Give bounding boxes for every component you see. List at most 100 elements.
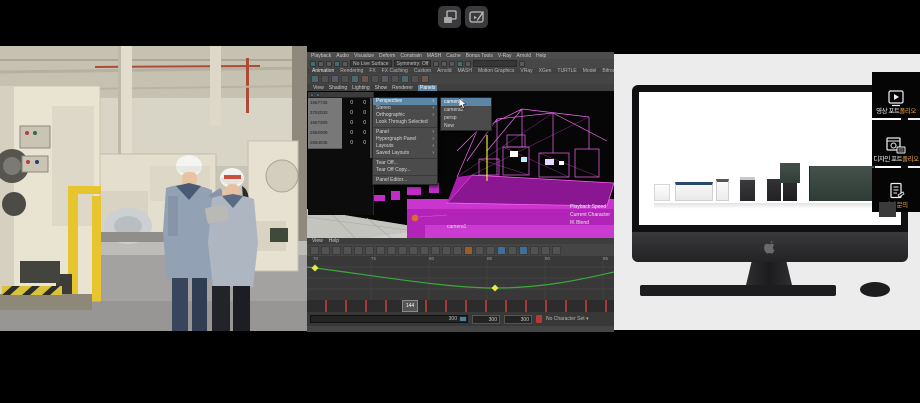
menu-cache[interactable]: Cache: [446, 53, 460, 59]
table-filter-icon[interactable]: [310, 93, 314, 97]
cluster-icon[interactable]: [361, 75, 369, 83]
menu-arnold[interactable]: Arnold: [517, 53, 531, 59]
playback-end-field[interactable]: 300: [472, 315, 500, 324]
panel-menu-renderer[interactable]: Renderer: [392, 85, 413, 91]
lattice-icon[interactable]: [411, 75, 419, 83]
ge-buffer-snapshot-icon[interactable]: [409, 246, 418, 255]
snap-curve-icon[interactable]: [441, 61, 447, 67]
menu-deform[interactable]: Deform: [379, 53, 395, 59]
range-slider[interactable]: 300: [310, 315, 468, 323]
menu-help[interactable]: Help: [536, 53, 546, 59]
graph-editor-curve-area[interactable]: 70 75 80 85 90 95: [307, 256, 614, 300]
ipr-render-icon[interactable]: [465, 61, 471, 67]
video-edit-button[interactable]: [465, 6, 488, 28]
panel-menu-show[interactable]: Show: [375, 85, 388, 91]
ge-swap-buffer-icon[interactable]: [420, 246, 429, 255]
playblast-icon[interactable]: [341, 75, 349, 83]
menu-vray[interactable]: V-Ray: [498, 53, 512, 59]
menu-item-panel[interactable]: Panel›: [373, 129, 437, 136]
menu-mash[interactable]: MASH: [427, 53, 441, 59]
lasso-tool-icon[interactable]: [318, 61, 324, 67]
symmetry-dropdown[interactable]: Symmetry: Off: [394, 60, 432, 67]
sidebar-item-video-portfolio[interactable]: 영상 포트폴리오: [872, 72, 920, 118]
ge-absolute-view-icon[interactable]: [508, 246, 517, 255]
rotate-tool-icon[interactable]: [342, 61, 348, 67]
submenu-item-new[interactable]: New: [441, 122, 491, 130]
ge-value-snap-icon[interactable]: [497, 246, 506, 255]
table-row[interactable]: 3792033 0 0: [308, 108, 373, 118]
joint-tool-icon[interactable]: [381, 75, 389, 83]
ge-plateau-tangent-icon[interactable]: [398, 246, 407, 255]
menu-item-look-through-selected[interactable]: Look Through Selected: [373, 119, 437, 126]
table-row[interactable]: 1667300 0 0: [308, 118, 373, 128]
menu-item-layouts[interactable]: Layouts›: [373, 143, 437, 150]
constraint-icon[interactable]: [351, 75, 359, 83]
wrap-deformer-icon[interactable]: [421, 75, 429, 83]
current-frame-indicator[interactable]: 144: [402, 300, 418, 312]
move-tool-icon[interactable]: [334, 61, 340, 67]
table-row[interactable]: 2682008 0 0: [308, 128, 373, 138]
ge-lock-tangent-icon[interactable]: [464, 246, 473, 255]
ge-normalized-view-icon[interactable]: [530, 246, 539, 255]
ge-unify-tangents-icon[interactable]: [442, 246, 451, 255]
paint-select-icon[interactable]: [326, 61, 332, 67]
render-icon[interactable]: [457, 61, 463, 67]
ge-lattice-deform-icon[interactable]: [332, 246, 341, 255]
menu-item-hypergraph-panel[interactable]: Hypergraph Panel›: [373, 136, 437, 143]
snap-grid-icon[interactable]: [433, 61, 439, 67]
picture-in-picture-button[interactable]: [438, 6, 461, 28]
sidebar-scroll-handle[interactable]: [879, 202, 896, 217]
menu-item-stereo[interactable]: Stereo›: [373, 105, 437, 112]
panel-menu-view[interactable]: View: [313, 85, 324, 91]
ge-step-tangent-icon[interactable]: [387, 246, 396, 255]
ge-auto-load-icon[interactable]: [475, 246, 484, 255]
ge-pre-infinity-icon[interactable]: [541, 246, 550, 255]
table-row[interactable]: 2654045 0 0: [308, 138, 373, 148]
menu-item-orthographic[interactable]: Orthographic›: [373, 112, 437, 119]
time-slider[interactable]: 144: [307, 300, 614, 312]
ge-break-tangents-icon[interactable]: [431, 246, 440, 255]
menu-item-tear-off[interactable]: Tear Off...: [373, 160, 437, 167]
snap-point-icon[interactable]: [449, 61, 455, 67]
menu-item-saved-layouts[interactable]: Saved Layouts›: [373, 150, 437, 157]
panel-menu-panels[interactable]: Panels: [418, 85, 437, 91]
blend-shape-icon[interactable]: [401, 75, 409, 83]
sidebar-toggle-icon[interactable]: [519, 61, 525, 67]
table-row[interactable]: 1667735 0 0: [308, 98, 373, 108]
menu-visualize[interactable]: Visualize: [354, 53, 374, 59]
set-key-icon[interactable]: [536, 315, 542, 323]
ge-stacked-view-icon[interactable]: [519, 246, 528, 255]
ge-free-tangent-icon[interactable]: [453, 246, 462, 255]
ge-time-snap-icon[interactable]: [486, 246, 495, 255]
ge-insert-keys-icon[interactable]: [321, 246, 330, 255]
anim-curve-icon[interactable]: [321, 75, 329, 83]
submenu-item-persp[interactable]: persp: [441, 114, 491, 122]
menu-item-panel-editor[interactable]: Panel Editor...: [373, 177, 437, 184]
component-table-panel[interactable]: 1667735 0 0 3792033 0 0 1667300 0 0 2682…: [308, 92, 374, 215]
sidebar-item-design-portfolio[interactable]: 디자인 포트폴리오: [872, 120, 920, 166]
range-slider-handle[interactable]: [460, 317, 466, 321]
menu-audio[interactable]: Audio: [336, 53, 349, 59]
menu-bonus-tools[interactable]: Bonus Tools: [466, 53, 493, 59]
search-input[interactable]: [473, 60, 517, 67]
skin-bind-icon[interactable]: [391, 75, 399, 83]
live-surface-field[interactable]: No Live Surface: [350, 60, 392, 67]
ge-spline-tangent-icon[interactable]: [343, 246, 352, 255]
ik-handle-icon[interactable]: [371, 75, 379, 83]
ge-flat-tangent-icon[interactable]: [376, 246, 385, 255]
menu-item-perspective[interactable]: Perspective›: [373, 98, 437, 105]
ge-move-keys-icon[interactable]: [310, 246, 319, 255]
select-tool-icon[interactable]: [310, 61, 316, 67]
ge-linear-tangent-icon[interactable]: [365, 246, 374, 255]
menu-item-tear-off-copy[interactable]: Tear Off Copy...: [373, 167, 437, 174]
character-set-dropdown[interactable]: No Character Set ▾: [546, 316, 589, 322]
ge-clamped-tangent-icon[interactable]: [354, 246, 363, 255]
animation-end-field[interactable]: 300: [504, 315, 532, 324]
menu-playback[interactable]: Playback: [311, 53, 331, 59]
menu-constrain[interactable]: Constrain: [400, 53, 421, 59]
panel-menu-shading[interactable]: Shading: [329, 85, 347, 91]
panel-menu-lighting[interactable]: Lighting: [352, 85, 370, 91]
motion-path-icon[interactable]: [331, 75, 339, 83]
ge-post-infinity-icon[interactable]: [552, 246, 561, 255]
set-key-icon[interactable]: [311, 75, 319, 83]
